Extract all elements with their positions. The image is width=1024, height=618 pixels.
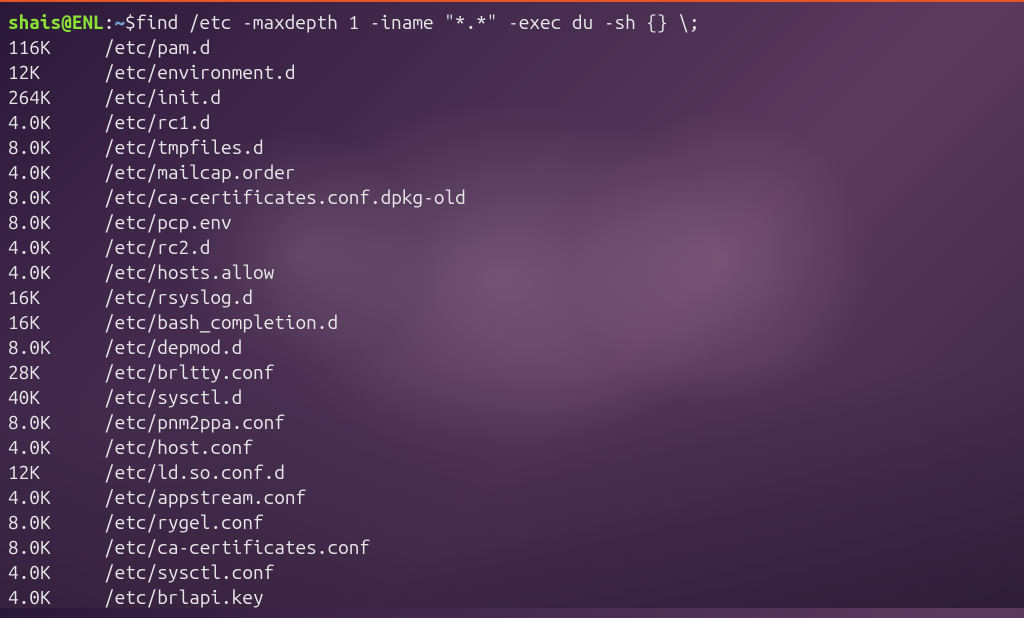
file-path: /etc/sysctl.conf [104, 560, 274, 585]
output-row: 8.0K/etc/depmod.d [8, 335, 1016, 360]
output-row: 28K/etc/brltty.conf [8, 360, 1016, 385]
prompt-line: shais@ENL:~$ find /etc -maxdepth 1 -inam… [8, 10, 1016, 35]
prompt-user-host: shais@ENL [8, 10, 104, 35]
file-path: /etc/appstream.conf [104, 485, 306, 510]
file-path: /etc/pnm2ppa.conf [104, 410, 285, 435]
file-path: /etc/rsyslog.d [104, 285, 253, 310]
file-size: 8.0K [8, 410, 104, 435]
file-size: 4.0K [8, 110, 104, 135]
output-row: 8.0K/etc/tmpfiles.d [8, 135, 1016, 160]
file-path: /etc/brlapi.key [104, 585, 264, 610]
file-size: 8.0K [8, 510, 104, 535]
file-path: /etc/host.conf [104, 435, 253, 460]
file-path: /etc/mailcap.order [104, 160, 296, 185]
file-path: /etc/depmod.d [104, 335, 242, 360]
file-path: /etc/pam.d [104, 35, 210, 60]
command-text: find /etc -maxdepth 1 -iname "*.*" -exec… [136, 10, 700, 35]
file-path: /etc/pcp.env [104, 210, 232, 235]
file-path: /etc/ca-certificates.conf.dpkg-old [104, 185, 466, 210]
output-row: 4.0K/etc/host.conf [8, 435, 1016, 460]
file-size: 40K [8, 385, 104, 410]
output-row: 4.0K/etc/sysctl.conf [8, 560, 1016, 585]
file-size: 8.0K [8, 185, 104, 210]
file-size: 4.0K [8, 435, 104, 460]
file-path: /etc/rygel.conf [104, 510, 264, 535]
file-size: 8.0K [8, 335, 104, 360]
file-path: /etc/brltty.conf [104, 360, 274, 385]
output-row: 4.0K/etc/rc1.d [8, 110, 1016, 135]
file-size: 4.0K [8, 560, 104, 585]
output-row: 12K/etc/ld.so.conf.d [8, 460, 1016, 485]
file-size: 16K [8, 285, 104, 310]
file-path: /etc/environment.d [104, 60, 296, 85]
prompt-path: ~ [114, 10, 125, 35]
file-size: 16K [8, 310, 104, 335]
output-row: 4.0K/etc/brlapi.key [8, 585, 1016, 610]
terminal-window[interactable]: shais@ENL:~$ find /etc -maxdepth 1 -inam… [0, 0, 1024, 618]
file-path: /etc/rc2.d [104, 235, 210, 260]
output-row: 8.0K/etc/ca-certificates.conf.dpkg-old [8, 185, 1016, 210]
output-row: 16K/etc/bash_completion.d [8, 310, 1016, 335]
file-size: 4.0K [8, 260, 104, 285]
file-size: 4.0K [8, 585, 104, 610]
output-row: 16K/etc/rsyslog.d [8, 285, 1016, 310]
file-size: 4.0K [8, 160, 104, 185]
file-size: 28K [8, 360, 104, 385]
prompt-colon: : [104, 10, 115, 35]
file-size: 264K [8, 85, 104, 110]
file-size: 8.0K [8, 210, 104, 235]
file-size: 4.0K [8, 485, 104, 510]
prompt-dollar: $ [125, 10, 136, 35]
output-row: 8.0K/etc/ca-certificates.conf [8, 535, 1016, 560]
output-row: 12K/etc/environment.d [8, 60, 1016, 85]
output-row: 4.0K/etc/rc2.d [8, 235, 1016, 260]
output-row: 8.0K/etc/pcp.env [8, 210, 1016, 235]
file-path: /etc/rc1.d [104, 110, 210, 135]
output-row: 116K/etc/pam.d [8, 35, 1016, 60]
output-row: 8.0K/etc/rygel.conf [8, 510, 1016, 535]
file-path: /etc/tmpfiles.d [104, 135, 264, 160]
file-size: 12K [8, 460, 104, 485]
file-path: /etc/bash_completion.d [104, 310, 338, 335]
file-path: /etc/ld.so.conf.d [104, 460, 285, 485]
output-row: 4.0K/etc/mailcap.order [8, 160, 1016, 185]
output-row: 4.0K/etc/appstream.conf [8, 485, 1016, 510]
output-row: 8.0K/etc/pnm2ppa.conf [8, 410, 1016, 435]
file-path: /etc/hosts.allow [104, 260, 274, 285]
file-size: 12K [8, 60, 104, 85]
file-size: 8.0K [8, 535, 104, 560]
output-row: 264K/etc/init.d [8, 85, 1016, 110]
command-output: 116K/etc/pam.d12K/etc/environment.d264K/… [8, 35, 1016, 610]
file-path: /etc/init.d [104, 85, 221, 110]
output-row: 4.0K/etc/hosts.allow [8, 260, 1016, 285]
file-size: 8.0K [8, 135, 104, 160]
file-path: /etc/ca-certificates.conf [104, 535, 370, 560]
file-size: 4.0K [8, 235, 104, 260]
output-row: 40K/etc/sysctl.d [8, 385, 1016, 410]
file-path: /etc/sysctl.d [104, 385, 242, 410]
file-size: 116K [8, 35, 104, 60]
